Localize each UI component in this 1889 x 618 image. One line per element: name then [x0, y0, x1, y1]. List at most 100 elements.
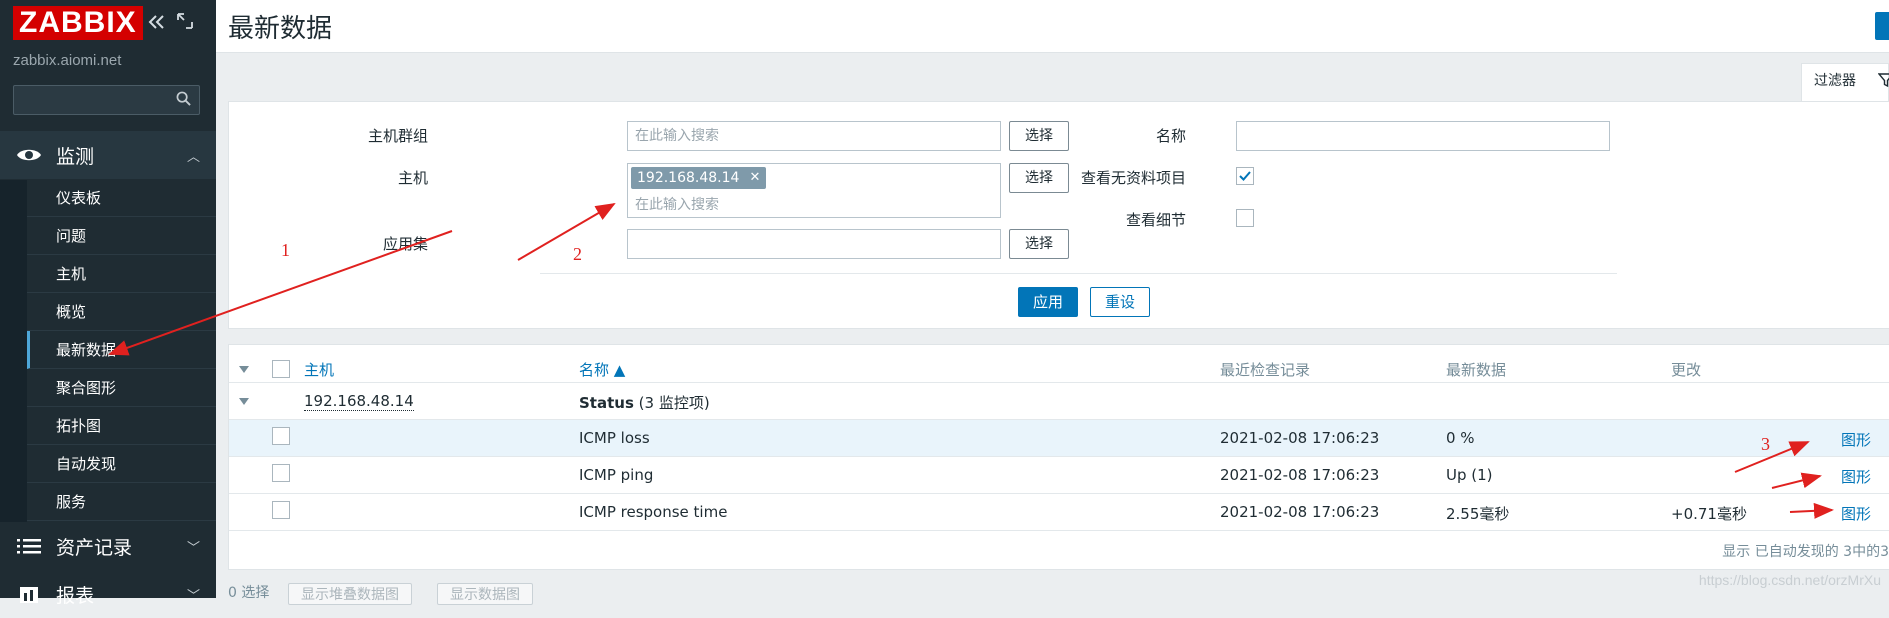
- table-bottom-border: [229, 530, 1889, 531]
- item-name: ICMP response time: [579, 503, 728, 521]
- item-change: +0.71毫秒: [1671, 505, 1747, 523]
- group-app: Status (3 监控项): [579, 392, 710, 413]
- nav-item-overview[interactable]: 概览: [27, 293, 216, 331]
- annotation-label-3: 3: [1761, 434, 1770, 454]
- filter-tab[interactable]: 过滤器: [1801, 63, 1889, 101]
- column-header-last-check: 最近检查记录: [1220, 361, 1311, 379]
- group-host-link[interactable]: 192.168.48.14: [304, 392, 414, 411]
- graph-link[interactable]: 图形: [1841, 429, 1871, 450]
- table-group-row: 192.168.48.14 Status (3 监控项): [229, 382, 1889, 419]
- name-label: 名称: [1155, 127, 1186, 145]
- nav-item-services[interactable]: 服务: [27, 483, 216, 521]
- nav-section-label: 资产记录: [56, 536, 133, 559]
- sidebar-search-input[interactable]: [14, 86, 172, 116]
- reports-icon: [20, 587, 38, 603]
- nav-section-label: 监测: [56, 145, 95, 168]
- chevron-down-icon: ﹀: [186, 588, 200, 604]
- host-group-input[interactable]: [627, 121, 1001, 151]
- nav-item-latest-data[interactable]: 最新数据: [27, 331, 216, 369]
- row-checkbox[interactable]: [272, 501, 290, 519]
- show-without-data-label: 查看无资料项目: [1080, 169, 1186, 187]
- table-row: ICMP loss 2021-02-08 17:06:23 0 % 图形: [229, 419, 1889, 456]
- application-select-button[interactable]: 选择: [1009, 229, 1069, 259]
- remove-chip-icon[interactable]: ✕: [749, 167, 760, 189]
- column-header-name[interactable]: 名称 ▲: [579, 359, 625, 380]
- kiosk-mode-icon[interactable]: [176, 12, 194, 35]
- group-app-count: (3 监控项): [638, 394, 710, 412]
- row-checkbox[interactable]: [272, 464, 290, 482]
- table-row: ICMP ping 2021-02-08 17:06:23 Up (1) 图形: [229, 456, 1889, 493]
- item-last-check: 2021-02-08 17:06:23: [1220, 503, 1380, 521]
- filter-tab-label: 过滤器: [1814, 73, 1856, 89]
- collapse-sidebar-icon[interactable]: [147, 12, 167, 37]
- item-last-check: 2021-02-08 17:06:23: [1220, 429, 1380, 447]
- chevron-down-icon: ﹀: [186, 540, 200, 556]
- collapse-all-icon[interactable]: [239, 366, 249, 373]
- annotation-label-2: 2: [573, 244, 582, 264]
- fullscreen-button[interactable]: [1875, 12, 1889, 40]
- show-details-label: 查看细节: [1125, 211, 1186, 229]
- group-app-name: Status: [579, 394, 634, 412]
- page-title: 最新数据: [228, 14, 333, 44]
- nav-item-problems[interactable]: 问题: [27, 217, 216, 255]
- item-last-value: Up (1): [1446, 466, 1493, 484]
- apply-button[interactable]: 应用: [1018, 287, 1078, 317]
- chevron-up-icon: ︿: [186, 149, 200, 165]
- nav-item-hosts[interactable]: 主机: [27, 255, 216, 293]
- item-last-value: 0 %: [1446, 429, 1475, 447]
- search-icon[interactable]: [176, 91, 191, 106]
- list-icon: [17, 539, 41, 554]
- application-input[interactable]: [627, 229, 1001, 259]
- column-header-host[interactable]: 主机: [304, 359, 334, 380]
- zabbix-logo[interactable]: ZABBIX: [13, 6, 143, 40]
- latest-data-table: 主机 名称 ▲ 最近检查记录 最新数据 更改 192.168.48.14 Sta…: [228, 344, 1889, 570]
- page-header: 最新数据: [216, 0, 1889, 53]
- sidebar-search: [13, 85, 200, 116]
- nav-section-label: 报表: [56, 584, 95, 607]
- nav-item-screens[interactable]: 聚合图形: [27, 369, 216, 407]
- column-header-change: 更改: [1671, 361, 1702, 379]
- show-stacked-graph-button[interactable]: 显示堆叠数据图: [288, 583, 412, 605]
- filter-divider: [540, 273, 1617, 274]
- nav-item-maps[interactable]: 拓扑图: [27, 407, 216, 445]
- show-details-checkbox[interactable]: [1236, 209, 1254, 227]
- host-group-select-button[interactable]: 选择: [1009, 121, 1069, 151]
- host-select-button[interactable]: 选择: [1009, 163, 1069, 193]
- host-chip-label: 192.168.48.14: [637, 170, 740, 186]
- nav-item-dashboard[interactable]: 仪表板: [27, 179, 216, 217]
- item-name: ICMP loss: [579, 429, 650, 447]
- table-row: ICMP response time 2021-02-08 17:06:23 2…: [229, 493, 1889, 530]
- watermark: https://blog.csdn.net/orzMrXu: [1698, 572, 1881, 588]
- application-label: 应用集: [382, 235, 428, 253]
- main-content: 最新数据 过滤器 主机群组 选择 主机 192.168.48.14 ✕ 在此输入…: [216, 0, 1889, 605]
- nav-item-discovery[interactable]: 自动发现: [27, 445, 216, 483]
- select-all-checkbox[interactable]: [272, 360, 290, 378]
- column-header-last-value: 最新数据: [1446, 361, 1507, 379]
- filter-panel: 主机群组 选择 主机 192.168.48.14 ✕ 在此输入搜索 选择 应用集…: [228, 101, 1889, 329]
- show-without-data-checkbox[interactable]: [1236, 167, 1254, 185]
- nav-section-inventory[interactable]: 资产记录 ﹀: [0, 522, 216, 570]
- host-group-label: 主机群组: [367, 127, 428, 145]
- row-checkbox[interactable]: [272, 427, 290, 445]
- nav-section-monitoring[interactable]: 监测 ︿: [0, 131, 216, 179]
- item-last-check: 2021-02-08 17:06:23: [1220, 466, 1380, 484]
- item-last-value: 2.55毫秒: [1446, 505, 1510, 523]
- collapse-group-icon[interactable]: [239, 398, 249, 405]
- graph-link[interactable]: 图形: [1841, 503, 1871, 524]
- item-name: ICMP ping: [579, 466, 654, 484]
- server-name: zabbix.aiomi.net: [13, 52, 122, 69]
- name-input[interactable]: [1236, 121, 1610, 151]
- host-label: 主机: [397, 169, 428, 187]
- host-search-placeholder[interactable]: 在此输入搜索: [635, 194, 719, 214]
- checkmark-icon: [1239, 171, 1251, 181]
- submenu-indent: [0, 180, 27, 522]
- show-graph-button[interactable]: 显示数据图: [437, 583, 533, 605]
- reset-button[interactable]: 重设: [1090, 287, 1150, 317]
- host-multiselect[interactable]: 192.168.48.14 ✕ 在此输入搜索: [627, 163, 1001, 218]
- nav-section-reports[interactable]: 报表 ﹀: [0, 570, 216, 618]
- host-chip: 192.168.48.14 ✕: [631, 167, 767, 189]
- graph-link[interactable]: 图形: [1841, 466, 1871, 487]
- filter-icon: [1878, 73, 1889, 88]
- selected-count: 0 选择: [228, 585, 270, 601]
- annotation-label-1: 1: [281, 240, 290, 260]
